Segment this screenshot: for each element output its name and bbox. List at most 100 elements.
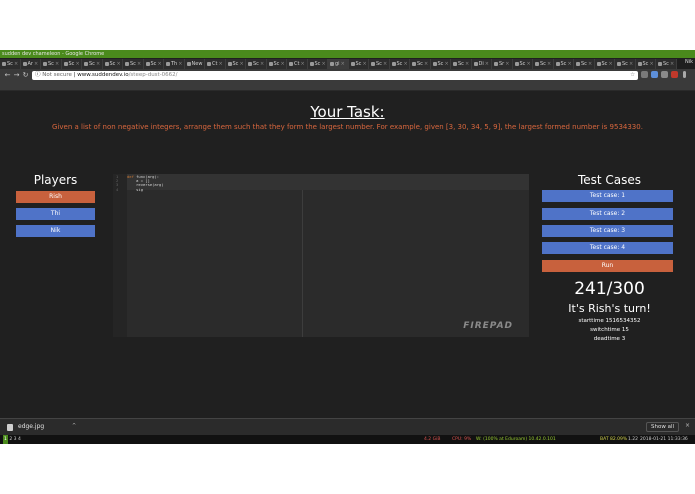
workspace-button[interactable]: 1 <box>3 435 8 444</box>
address-bar[interactable]: ⓘ Not secure | www.suddendev.io/steep-du… <box>32 70 638 80</box>
browser-tab[interactable]: Sc× <box>307 59 328 69</box>
extension-icon[interactable] <box>641 71 648 78</box>
browser-tab[interactable]: Sc× <box>266 59 287 69</box>
test-case-button[interactable]: Test case: 2 <box>542 208 673 220</box>
browser-tab[interactable]: Sc× <box>61 59 82 69</box>
browser-tab[interactable]: Sc× <box>246 59 267 69</box>
tab-favicon-icon <box>596 61 601 66</box>
download-options-icon[interactable]: ^ <box>72 423 76 429</box>
browser-tab[interactable]: Sc× <box>225 59 246 69</box>
tab-close-icon[interactable]: × <box>485 61 489 67</box>
test-case-button[interactable]: Test case: 1 <box>542 190 673 202</box>
tab-close-icon[interactable]: × <box>75 61 79 67</box>
player-button[interactable]: Thi <box>16 208 95 220</box>
workspace-button[interactable]: 2 <box>9 437 12 442</box>
active-code-region <box>127 174 529 190</box>
tab-close-icon[interactable]: × <box>157 61 161 67</box>
tab-close-icon[interactable]: × <box>608 61 612 67</box>
test-case-button[interactable]: Test case: 4 <box>542 242 673 254</box>
tab-close-icon[interactable]: × <box>547 61 551 67</box>
tab-close-icon[interactable]: × <box>629 61 633 67</box>
browser-tab[interactable]: Sc× <box>102 59 123 69</box>
browser-tab[interactable]: Sc× <box>348 59 369 69</box>
show-all-button[interactable]: Show all <box>645 422 679 432</box>
run-button[interactable]: Run <box>542 260 673 272</box>
browser-tab[interactable]: Sc× <box>512 59 533 69</box>
tab-close-icon[interactable]: × <box>137 61 141 67</box>
extension-icon[interactable] <box>651 71 658 78</box>
browser-tab[interactable]: Sc× <box>389 59 410 69</box>
browser-tab[interactable]: Sc× <box>615 59 636 69</box>
tab-close-icon[interactable]: × <box>649 61 653 67</box>
browser-tab[interactable]: Sc× <box>553 59 574 69</box>
browser-tab[interactable]: Sc× <box>41 59 62 69</box>
browser-tab[interactable]: New× <box>184 59 205 69</box>
tab-close-icon[interactable]: × <box>505 61 509 67</box>
tab-close-icon[interactable]: × <box>588 61 592 67</box>
tab-close-icon[interactable]: × <box>116 61 120 67</box>
browser-tab[interactable]: Sc× <box>430 59 451 69</box>
tab-close-icon[interactable]: × <box>218 61 222 67</box>
browser-tab[interactable]: Sc× <box>123 59 144 69</box>
tab-close-icon[interactable]: × <box>567 61 571 67</box>
browser-tab[interactable]: Sc× <box>656 59 677 69</box>
browser-tab[interactable]: Sc× <box>533 59 554 69</box>
back-button[interactable]: ← <box>3 70 12 80</box>
download-item[interactable]: edge.jpg <box>18 423 44 430</box>
tab-close-icon[interactable]: × <box>670 61 674 67</box>
tab-favicon-icon <box>289 61 293 66</box>
tab-close-icon[interactable]: × <box>465 61 469 67</box>
browser-tab[interactable]: Th× <box>164 59 185 69</box>
tab-close-icon[interactable]: × <box>341 61 345 67</box>
code-line[interactable]: 4 sig <box>116 187 164 192</box>
browser-tab[interactable]: Sc× <box>143 59 164 69</box>
browser-tab[interactable]: Sc× <box>594 59 615 69</box>
tab-close-icon[interactable]: × <box>424 61 428 67</box>
bookmark-star-icon[interactable]: ☆ <box>630 71 635 80</box>
tab-close-icon[interactable]: × <box>444 61 448 67</box>
tab-close-icon[interactable]: × <box>526 61 530 67</box>
extension-icon[interactable] <box>671 71 678 78</box>
browser-tab[interactable]: gi× <box>328 59 349 69</box>
browser-tab[interactable]: Ct× <box>287 59 308 69</box>
player-button[interactable]: Nik <box>16 225 95 237</box>
tab-close-icon[interactable]: × <box>321 61 325 67</box>
tab-close-icon[interactable]: × <box>403 61 407 67</box>
tab-close-icon[interactable]: × <box>239 61 243 67</box>
player-button[interactable]: Rish <box>16 191 95 203</box>
close-icon[interactable]: × <box>685 422 690 429</box>
tab-close-icon[interactable]: × <box>14 61 18 67</box>
tab-close-icon[interactable]: × <box>178 61 182 67</box>
browser-tab[interactable]: Di× <box>471 59 492 69</box>
browser-tab[interactable]: Sc× <box>451 59 472 69</box>
tab-close-icon[interactable]: × <box>55 61 59 67</box>
tab-close-icon[interactable]: × <box>362 61 366 67</box>
test-case-button[interactable]: Test case: 3 <box>542 225 673 237</box>
tab-close-icon[interactable]: × <box>34 61 38 67</box>
workspace-button[interactable]: 3 <box>14 437 17 442</box>
browser-tab[interactable]: Sc× <box>369 59 390 69</box>
browser-tab[interactable]: Sc× <box>635 59 656 69</box>
browser-tab[interactable]: Sc× <box>410 59 431 69</box>
workspace-button[interactable]: 4 <box>18 437 21 442</box>
code-editor[interactable]: 1 def func(arg): 2 a = [] 3 reverse(arg) 4 s… <box>113 174 529 337</box>
tab-close-icon[interactable]: × <box>260 61 264 67</box>
browser-tab[interactable]: Ct× <box>205 59 226 69</box>
code-text[interactable]: 1 def func(arg): 2 a = [] 3 reverse(arg) 4 s… <box>116 174 164 192</box>
tab-close-icon[interactable]: × <box>280 61 284 67</box>
profile-button[interactable]: Nik <box>685 59 693 65</box>
browser-tab[interactable]: Sc× <box>0 59 21 69</box>
workspace-list[interactable]: 1 2 3 4 <box>3 435 21 444</box>
menu-icon[interactable] <box>683 71 686 78</box>
browser-tab[interactable]: Sr× <box>492 59 513 69</box>
browser-tab[interactable]: Sc× <box>574 59 595 69</box>
tab-close-icon[interactable]: × <box>383 61 387 67</box>
browser-tab[interactable]: Ar× <box>20 59 41 69</box>
tab-close-icon[interactable]: × <box>96 61 100 67</box>
extension-icon[interactable] <box>661 71 668 78</box>
browser-tab[interactable]: Sc× <box>82 59 103 69</box>
forward-button[interactable]: → <box>12 70 21 80</box>
reload-button[interactable]: ↻ <box>21 70 30 80</box>
tab-close-icon[interactable]: × <box>300 61 304 67</box>
memory-stat: 4.2 GiB <box>424 437 441 442</box>
